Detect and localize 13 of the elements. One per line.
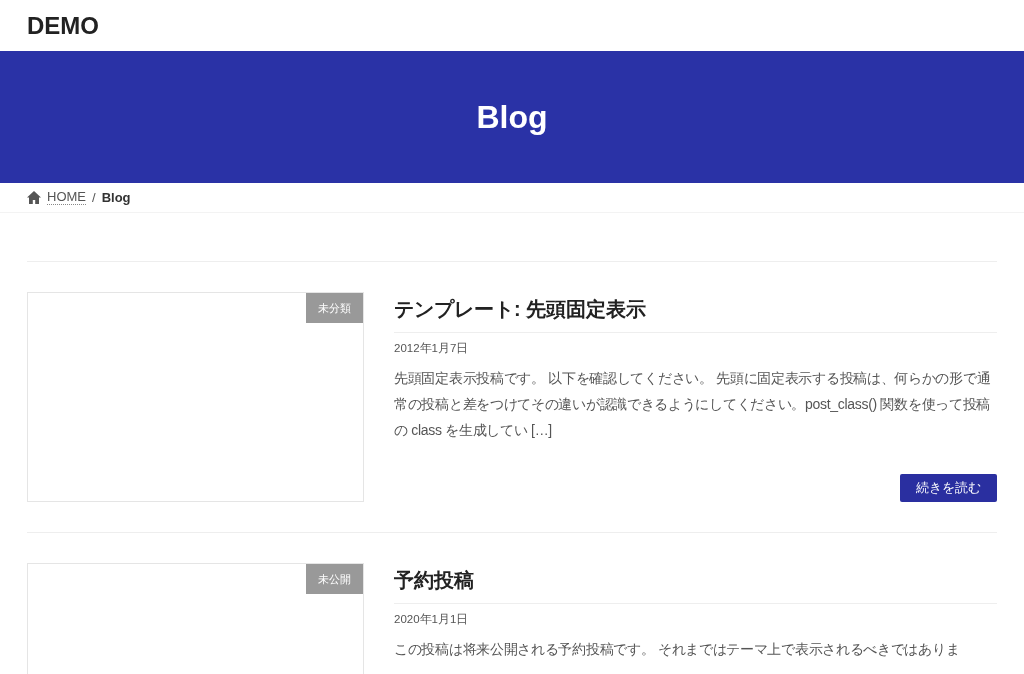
home-icon [27, 191, 41, 204]
post-title[interactable]: 予約投稿 [394, 563, 997, 604]
breadcrumb-link[interactable]: HOME [47, 190, 86, 205]
post-excerpt: 先頭固定表示投稿です。 以下を確認してください。 先頭に固定表示する投稿は、何らかの形で通常の投稿と差をつけてその違いが認識できるようにしてください。post_class() 関数を使って投稿の class を生成してい […] [394, 369, 992, 441]
post-date: 2012年1月7日 [394, 341, 470, 356]
breadcrumb-current: Blog [101, 188, 131, 207]
post-title[interactable]: テンプレート: 先頭固定表示 [394, 292, 997, 333]
breadcrumb-separator: / [92, 188, 96, 207]
page-title: Blog [476, 98, 548, 137]
read-more-button[interactable]: 続きを読む [900, 474, 997, 502]
post-date: 2020年1月1日 [394, 612, 470, 627]
site-title[interactable]: DEMO [27, 7, 99, 44]
post-excerpt: この投稿は将来公開される予約投稿です。 それまではテーマ上で表示されるべきではありま [394, 640, 961, 660]
